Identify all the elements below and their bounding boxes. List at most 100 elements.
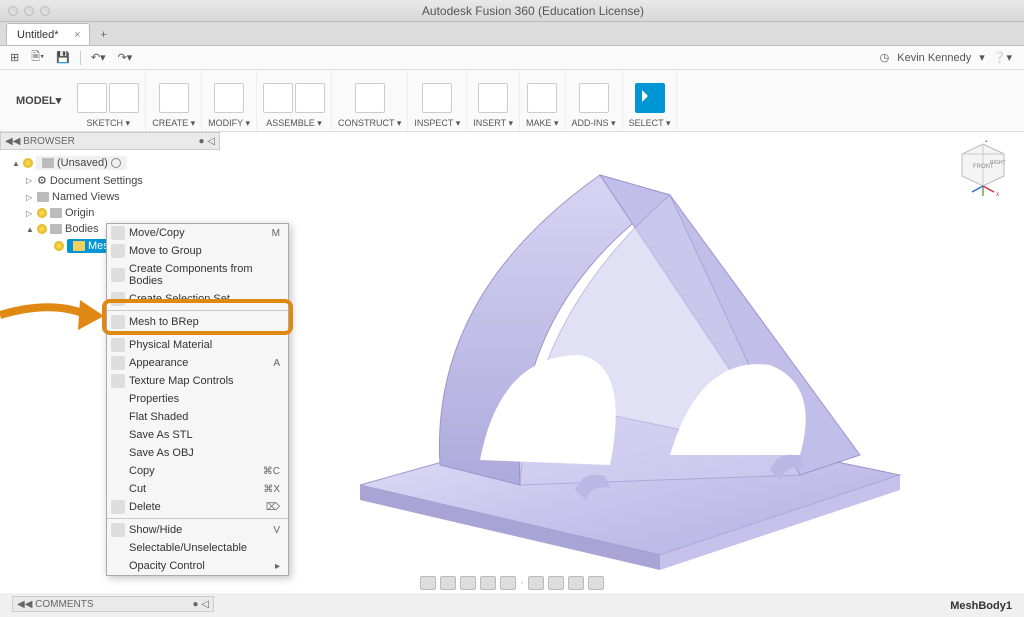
ctx-selectable[interactable]: Selectable/Unselectable — [107, 539, 288, 557]
material-icon — [111, 338, 125, 352]
ctx-properties[interactable]: Properties — [107, 390, 288, 408]
maximize-window-dot[interactable] — [40, 6, 50, 16]
wireframe-icon[interactable] — [548, 576, 564, 590]
workspace-label: MODEL — [16, 95, 56, 107]
addins-icon[interactable] — [579, 83, 609, 113]
gear-icon: ⚙ — [37, 174, 47, 187]
tree-root[interactable]: ▲ (Unsaved) — [0, 154, 220, 172]
annotation-arrow — [0, 290, 110, 350]
sketch-icon[interactable] — [77, 83, 107, 113]
ctx-move-to-group[interactable]: Move to Group — [107, 242, 288, 260]
ctx-save-obj[interactable]: Save As OBJ — [107, 444, 288, 462]
ctx-cut[interactable]: Cut⌘X — [107, 480, 288, 498]
display-icon[interactable] — [528, 576, 544, 590]
ribbon-group-insert[interactable]: INSERT ▾ — [467, 70, 520, 131]
undo-icon[interactable]: ↶▾ — [87, 49, 110, 66]
viewcube[interactable]: FRONT RIGHT x z — [956, 140, 1010, 200]
insert-icon[interactable] — [478, 83, 508, 113]
appearance-icon — [111, 356, 125, 370]
ribbon-group-addins[interactable]: ADD-INS ▾ — [566, 70, 623, 131]
ribbon-group-assemble[interactable]: ASSEMBLE ▾ — [257, 70, 332, 131]
user-dropdown-icon[interactable]: ▾ — [979, 51, 985, 64]
zoom-icon[interactable] — [480, 576, 496, 590]
app-title: Autodesk Fusion 360 (Education License) — [50, 4, 1016, 18]
ribbon-group-create[interactable]: CREATE ▾ — [146, 70, 202, 131]
minimize-window-dot[interactable] — [24, 6, 34, 16]
grid-icon[interactable] — [568, 576, 584, 590]
ctx-create-selection-set[interactable]: Create Selection Set — [107, 290, 288, 308]
texture-icon — [111, 374, 125, 388]
tree-item-document-settings[interactable]: ▷⚙Document Settings — [0, 172, 220, 189]
pan-icon[interactable] — [460, 576, 476, 590]
ribbon-group-sketch[interactable]: SKETCH ▾ — [71, 70, 146, 131]
visibility-bulb-icon[interactable] — [23, 158, 33, 168]
ctx-physical-material[interactable]: Physical Material — [107, 336, 288, 354]
ribbon-group-make[interactable]: MAKE ▾ — [520, 70, 566, 131]
mac-titlebar: Autodesk Fusion 360 (Education License) — [0, 0, 1024, 22]
create-icon[interactable] — [159, 83, 189, 113]
select-icon[interactable] — [635, 83, 665, 113]
ribbon-group-construct[interactable]: CONSTRUCT ▾ — [332, 70, 408, 131]
inspect-icon[interactable] — [422, 83, 452, 113]
ctx-save-stl[interactable]: Save As STL — [107, 426, 288, 444]
folder-icon — [50, 224, 62, 234]
clock-icon[interactable]: ◷ — [880, 51, 890, 64]
ribbon-group-modify[interactable]: MODIFY ▾ — [202, 70, 257, 131]
sketch-icon-2[interactable] — [109, 83, 139, 113]
file-tab[interactable]: Untitled* — [6, 23, 90, 45]
bulb-icon — [111, 523, 125, 537]
fit-icon[interactable] — [500, 576, 516, 590]
help-icon[interactable]: ❔▾ — [993, 51, 1012, 64]
workspace-selector[interactable]: MODEL ▾ — [6, 70, 71, 131]
ctx-move-copy[interactable]: Move/CopyM — [107, 224, 288, 242]
group-icon — [111, 244, 125, 258]
ctx-delete[interactable]: Delete⌦ — [107, 498, 288, 516]
ctx-flat-shaded[interactable]: Flat Shaded — [107, 408, 288, 426]
new-tab-button[interactable]: + — [94, 25, 114, 45]
ribbon-group-select[interactable]: SELECT ▾ — [623, 70, 678, 131]
save-icon[interactable]: 💾 — [52, 49, 74, 66]
construct-icon[interactable] — [355, 83, 385, 113]
tree-item-named-views[interactable]: ▷Named Views — [0, 189, 220, 205]
ribbon-group-inspect[interactable]: INSPECT ▾ — [408, 70, 467, 131]
delete-icon — [111, 500, 125, 514]
look-icon[interactable] — [440, 576, 456, 590]
ribbon-toolbar: MODEL ▾ SKETCH ▾ CREATE ▾ MODIFY ▾ ASSEM… — [0, 70, 1024, 132]
ctx-opacity[interactable]: Opacity Control▸ — [107, 557, 288, 575]
context-menu: Move/CopyM Move to Group Create Componen… — [106, 223, 289, 576]
user-name[interactable]: Kevin Kennedy — [897, 52, 971, 64]
ctx-copy[interactable]: Copy⌘C — [107, 462, 288, 480]
viewport-nav-bar: · — [0, 573, 1024, 593]
file-tab-label: Untitled* — [17, 29, 59, 41]
visibility-bulb-icon[interactable] — [37, 208, 47, 218]
file-menu-icon[interactable]: 🗎▾ — [27, 46, 48, 69]
close-window-dot[interactable] — [8, 6, 18, 16]
tree-item-origin[interactable]: ▷Origin — [0, 205, 220, 221]
ctx-show-hide[interactable]: Show/HideV — [107, 521, 288, 539]
redo-icon[interactable]: ↷▾ — [114, 49, 137, 66]
folder-icon — [50, 208, 62, 218]
browser-header[interactable]: ◀◀ BROWSER● ◁ — [0, 132, 220, 150]
ctx-create-components[interactable]: Create Components from Bodies — [107, 260, 288, 290]
quick-access-toolbar: ⊞ 🗎▾ 💾 ↶▾ ↷▾ ◷ Kevin Kennedy ▾ ❔▾ — [0, 46, 1024, 70]
selection-set-icon — [111, 292, 125, 306]
assemble-icon-2[interactable] — [295, 83, 325, 113]
ctx-mesh-to-brep[interactable]: Mesh to BRep — [107, 313, 288, 331]
move-icon — [111, 226, 125, 240]
visibility-bulb-icon[interactable] — [54, 241, 64, 251]
viewport-layout-icon[interactable] — [588, 576, 604, 590]
modify-icon[interactable] — [214, 83, 244, 113]
make-icon[interactable] — [527, 83, 557, 113]
grid-icon[interactable]: ⊞ — [6, 49, 23, 66]
orbit-icon[interactable] — [420, 576, 436, 590]
svg-text:z: z — [985, 140, 988, 144]
ctx-appearance[interactable]: AppearanceA — [107, 354, 288, 372]
comments-panel-header[interactable]: ◀◀ COMMENTS● ◁ — [12, 596, 214, 612]
visibility-bulb-icon[interactable] — [37, 224, 47, 234]
component-icon — [111, 268, 125, 282]
ctx-texture-map[interactable]: Texture Map Controls — [107, 372, 288, 390]
assemble-icon[interactable] — [263, 83, 293, 113]
svg-text:x: x — [996, 192, 999, 198]
brep-icon — [111, 315, 125, 329]
folder-icon — [37, 192, 49, 202]
